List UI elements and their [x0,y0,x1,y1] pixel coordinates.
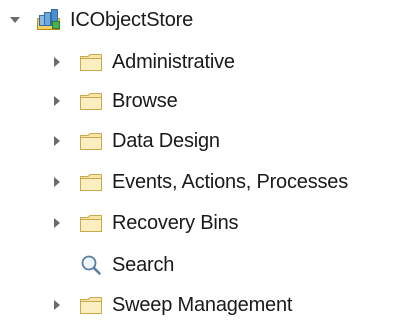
tree-item-data-design[interactable]: Data Design [50,123,220,159]
chevron-right-icon[interactable] [50,175,64,189]
tree-item-label: Data Design [112,129,220,152]
folder-icon [78,89,104,113]
chevron-right-icon[interactable] [50,216,64,230]
folder-icon [78,211,104,235]
folder-icon [78,170,104,194]
search-icon [78,253,104,277]
navigation-tree: ICObjectStore Administrative Browse Data… [0,0,418,325]
folder-icon [78,293,104,317]
tree-item-sweep-management[interactable]: Sweep Management [50,287,292,323]
tree-item-search[interactable]: Search [50,247,174,283]
chevron-down-icon[interactable] [8,13,22,27]
tree-item-label: Events, Actions, Processes [112,170,349,193]
tree-item-label: Browse [112,89,178,112]
chevron-right-icon[interactable] [50,55,64,69]
tree-item-label: Recovery Bins [112,211,239,234]
tree-item-browse[interactable]: Browse [50,83,178,119]
folder-icon [78,129,104,153]
tree-item-label: Administrative [112,50,235,73]
tree-item-recovery-bins[interactable]: Recovery Bins [50,205,239,241]
tree-item-events-actions-processes[interactable]: Events, Actions, Processes [50,164,348,200]
chevron-right-icon[interactable] [50,134,64,148]
tree-item-administrative[interactable]: Administrative [50,44,235,80]
tree-item-label: Search [112,253,175,276]
tree-item-label: Sweep Management [112,293,293,316]
folder-icon [78,50,104,74]
tree-root-label: ICObjectStore [70,8,194,31]
tree-root-object-store[interactable]: ICObjectStore [8,2,193,38]
chevron-right-icon[interactable] [50,94,64,108]
object-store-icon [36,8,62,32]
chevron-right-icon[interactable] [50,298,64,312]
